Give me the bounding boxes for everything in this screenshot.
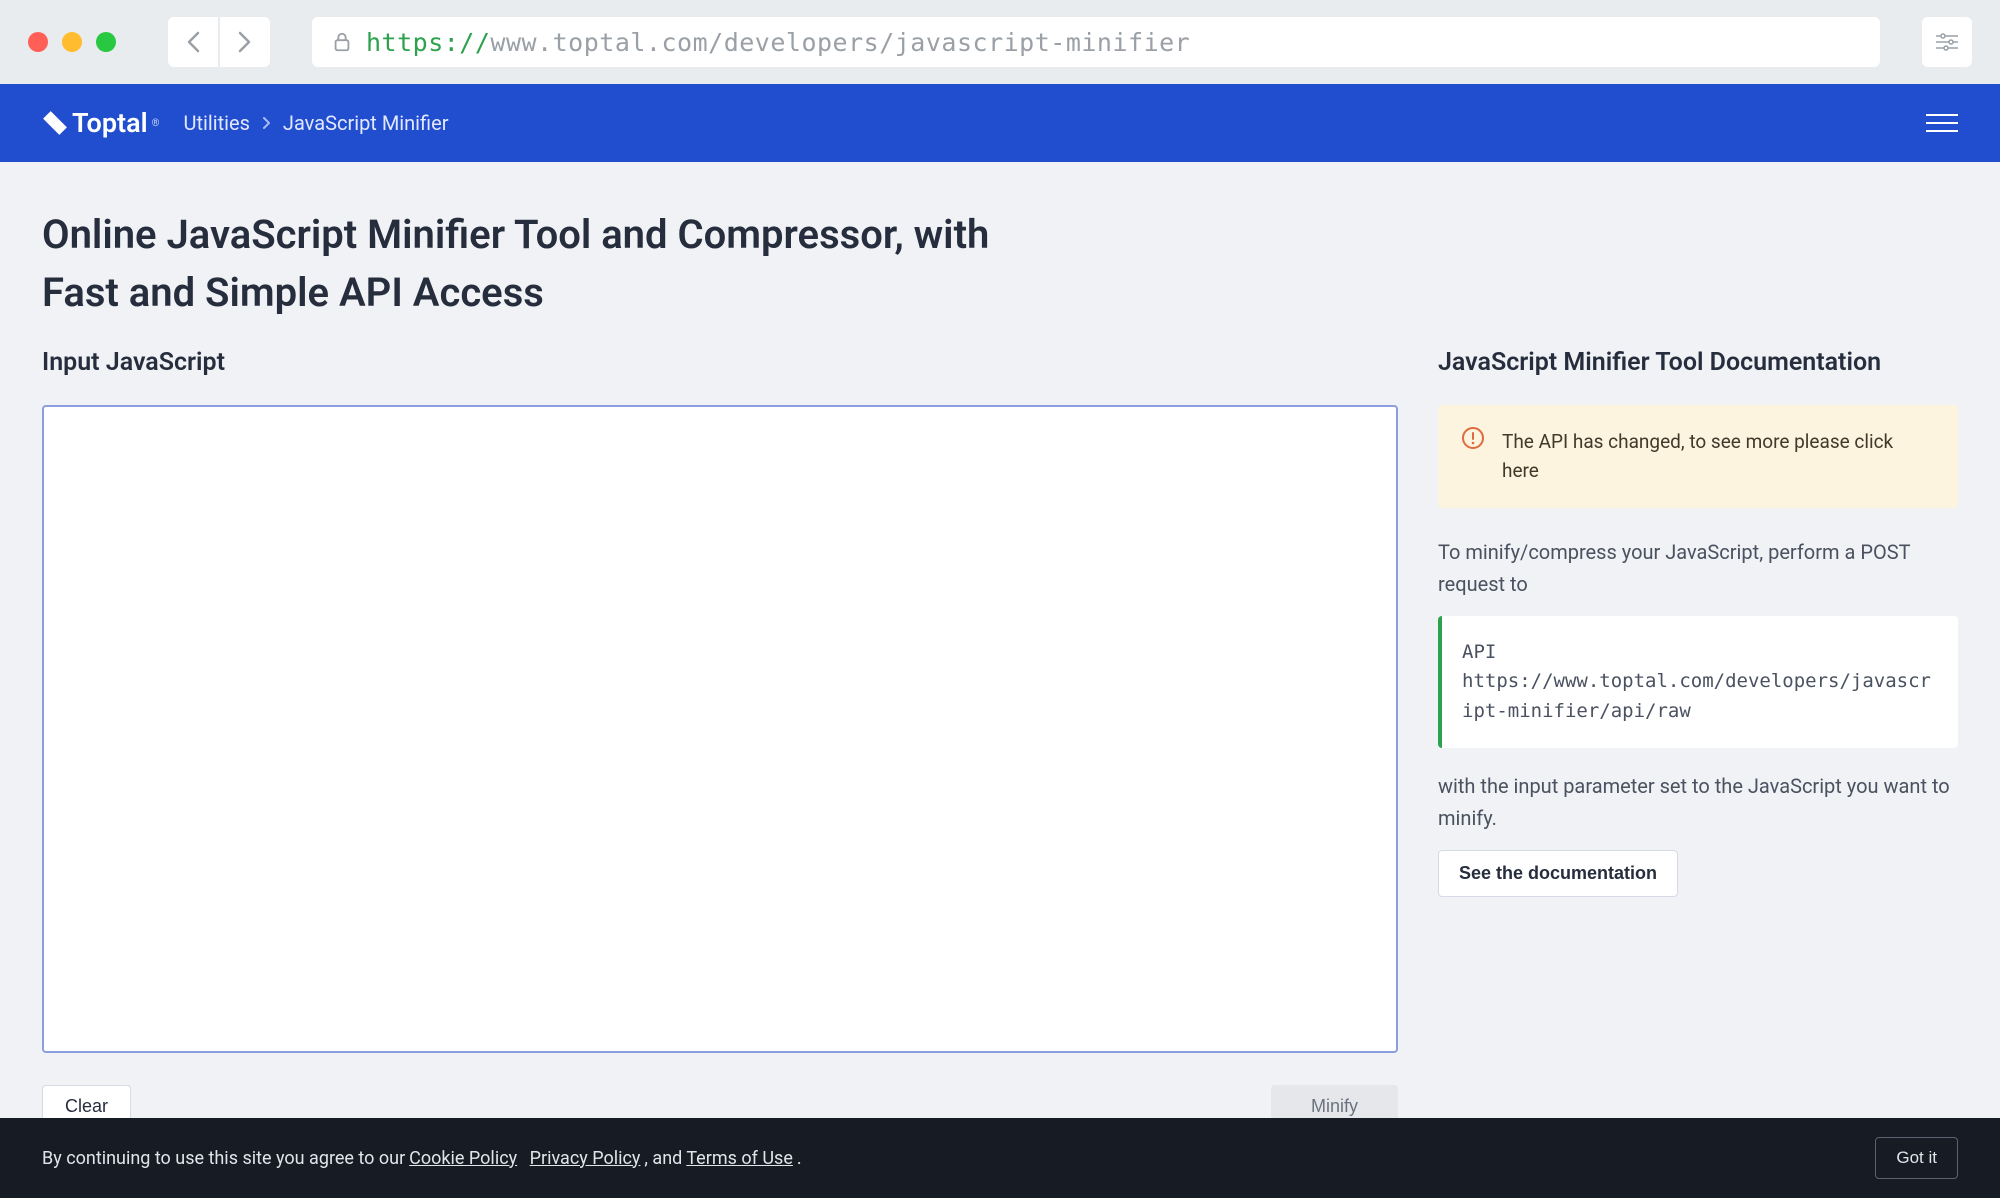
logo-text: Toptal	[72, 107, 148, 139]
javascript-input[interactable]	[42, 405, 1398, 1053]
breadcrumb: Utilities JavaScript Minifier	[183, 111, 448, 135]
logo[interactable]: Toptal ®	[42, 107, 159, 139]
close-window-icon[interactable]	[28, 32, 48, 52]
terms-of-use-link[interactable]: Terms of Use	[686, 1148, 793, 1169]
registered-mark: ®	[152, 118, 160, 129]
hamburger-icon	[1926, 114, 1958, 116]
chevron-right-icon	[262, 116, 271, 130]
forward-button[interactable]	[220, 17, 270, 67]
url-bar[interactable]: https://www.toptal.com/developers/javasc…	[312, 17, 1880, 67]
api-change-alert: The API has changed, to see more please …	[1438, 405, 1958, 508]
main-content: Online JavaScript Minifier Tool and Comp…	[0, 162, 2000, 1128]
cookie-consent-bar: By continuing to use this site you agree…	[0, 1118, 2000, 1198]
url-text: https://www.toptal.com/developers/javasc…	[366, 28, 1190, 57]
doc-para-1: To minify/compress your JavaScript, perf…	[1438, 536, 1958, 600]
nav-buttons	[168, 17, 270, 67]
toptal-logo-icon	[42, 110, 68, 136]
api-endpoint-code: API https://www.toptal.com/developers/ja…	[1438, 616, 1958, 748]
browser-settings-button[interactable]	[1922, 17, 1972, 67]
cookie-between: , and	[644, 1148, 682, 1169]
alert-text[interactable]: The API has changed, to see more please …	[1502, 427, 1934, 486]
documentation-section: JavaScript Minifier Tool Documentation T…	[1438, 348, 1958, 1128]
back-button[interactable]	[168, 17, 218, 67]
minimize-window-icon[interactable]	[62, 32, 82, 52]
url-path: www.toptal.com/developers/javascript-min…	[490, 28, 1190, 57]
chevron-right-icon	[238, 31, 252, 53]
see-documentation-button[interactable]: See the documentation	[1438, 850, 1678, 897]
sliders-icon	[1936, 33, 1958, 51]
browser-chrome: https://www.toptal.com/developers/javasc…	[0, 0, 2000, 84]
cookie-policy-link[interactable]: Cookie Policy	[409, 1148, 517, 1169]
page-header: Toptal ® Utilities JavaScript Minifier	[0, 84, 2000, 162]
chevron-left-icon	[186, 31, 200, 53]
got-it-button[interactable]: Got it	[1875, 1137, 1958, 1179]
breadcrumb-current[interactable]: JavaScript Minifier	[283, 111, 449, 135]
breadcrumb-utilities[interactable]: Utilities	[183, 111, 249, 135]
input-section: Input JavaScript Clear Minify	[42, 348, 1398, 1128]
input-heading: Input JavaScript	[42, 348, 1398, 377]
page-title: Online JavaScript Minifier Tool and Comp…	[42, 206, 1042, 322]
lock-icon	[332, 31, 352, 53]
alert-icon	[1462, 427, 1484, 486]
privacy-policy-link[interactable]: Privacy Policy	[530, 1148, 641, 1169]
cookie-text: By continuing to use this site you agree…	[42, 1148, 405, 1169]
doc-heading: JavaScript Minifier Tool Documentation	[1438, 348, 1958, 377]
url-scheme: https://	[366, 28, 490, 57]
maximize-window-icon[interactable]	[96, 32, 116, 52]
cookie-dot: .	[797, 1148, 802, 1169]
window-controls	[28, 32, 116, 52]
menu-button[interactable]	[1926, 114, 1958, 132]
doc-para-2: with the input parameter set to the Java…	[1438, 770, 1958, 834]
